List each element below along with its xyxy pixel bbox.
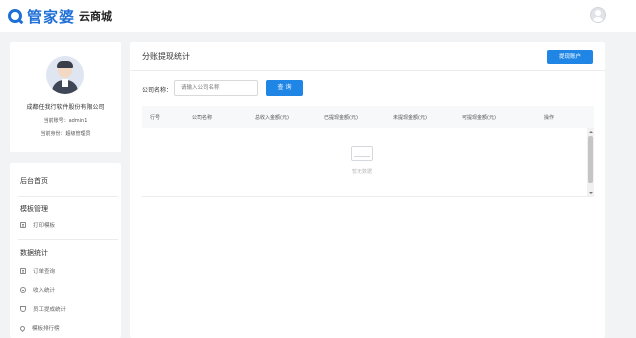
column-header-withdrawable: 可提现金额(元) (462, 115, 496, 121)
sidebar-item-label: 模板排行榜 (32, 326, 60, 332)
column-header-company: 公司名称 (192, 115, 213, 121)
column-header-total-income: 总收入金额(元) (255, 115, 289, 121)
scroll-thumb[interactable] (588, 136, 593, 183)
title-divider (130, 70, 605, 71)
sidebar-item-home[interactable]: 后台首页 (20, 176, 48, 186)
menu-divider (18, 239, 118, 240)
scroll-down-icon[interactable] (589, 192, 593, 194)
menu-divider (18, 196, 118, 197)
profile-card: 成都任我行软件股份有限公司 当前账号：admin1 当前身份：超级管理员 (10, 42, 121, 152)
column-header-actions: 操作 (544, 115, 555, 121)
table-header: 行号 公司名称 总收入金额(元) 已提现金额(元) 未提现金额(元) 可提现金额… (142, 106, 594, 128)
sidebar-item-commission-stats[interactable]: 员工提成统计 (20, 305, 66, 313)
company-name: 成都任我行软件股份有限公司 (26, 104, 105, 111)
template-icon (20, 222, 26, 228)
brand-logo[interactable]: 管家婆 云商城 (8, 7, 113, 26)
sidebar-item-label: 打印模板 (33, 223, 56, 229)
brand-subtitle: 云商城 (79, 10, 113, 23)
sidebar-item-template-ranking[interactable]: 模板排行榜 (18, 324, 60, 332)
column-header-row-no: 行号 (150, 115, 161, 121)
sidebar-item-label: 员工提成统计 (33, 307, 67, 313)
table-body: 暂无数据 (142, 128, 594, 197)
commission-icon (20, 306, 26, 312)
table-scrollbar[interactable] (587, 128, 594, 197)
ranking-icon (18, 324, 27, 332)
user-avatar-icon[interactable] (590, 7, 606, 23)
withdraw-stats-table: 行号 公司名称 总收入金额(元) 已提现金额(元) 未提现金额(元) 可提现金额… (142, 106, 594, 197)
brand-name: 管家婆 (27, 7, 76, 26)
sidebar-group-statistics[interactable]: 数据统计 (20, 248, 48, 258)
income-icon (20, 287, 26, 293)
top-bar: 管家婆 云商城 (0, 0, 636, 32)
sidebar-item-income-stats[interactable]: 收入统计 (20, 286, 55, 294)
sidebar-group-template[interactable]: 模板管理 (20, 204, 48, 214)
order-doc-icon (20, 268, 26, 274)
q-logo-icon (8, 9, 22, 23)
main-panel: 分账提现统计 提现账户 公司名称： 查 询 行号 公司名称 总收入金额(元) 已… (130, 42, 605, 338)
sidebar-item-label: 收入统计 (33, 288, 56, 294)
column-header-withdrawn: 已提现金额(元) (324, 115, 358, 121)
avatar (46, 56, 84, 94)
empty-box-icon (351, 146, 373, 161)
empty-state-text: 暂无数据 (351, 169, 372, 175)
query-button[interactable]: 查 询 (266, 80, 303, 96)
current-account: 当前账号：admin1 (43, 118, 88, 124)
column-header-not-withdrawn: 未提现金额(元) (393, 115, 427, 121)
scroll-up-icon[interactable] (589, 131, 593, 133)
withdraw-account-button[interactable]: 提现账户 (547, 50, 593, 64)
sidebar-item-label: 订单查询 (33, 269, 56, 275)
page-title: 分账提现统计 (142, 52, 190, 61)
sidebar-menu: 后台首页 模板管理 打印模板 数据统计 订单查询 收入统计 员工提成统计 模板排… (10, 163, 121, 338)
sidebar-item-order-query[interactable]: 订单查询 (20, 267, 55, 275)
company-name-input[interactable] (174, 80, 258, 96)
current-role: 当前身份：超级管理员 (40, 131, 91, 137)
sidebar-item-print-template[interactable]: 打印模板 (20, 221, 55, 229)
company-filter-label: 公司名称： (142, 87, 173, 94)
